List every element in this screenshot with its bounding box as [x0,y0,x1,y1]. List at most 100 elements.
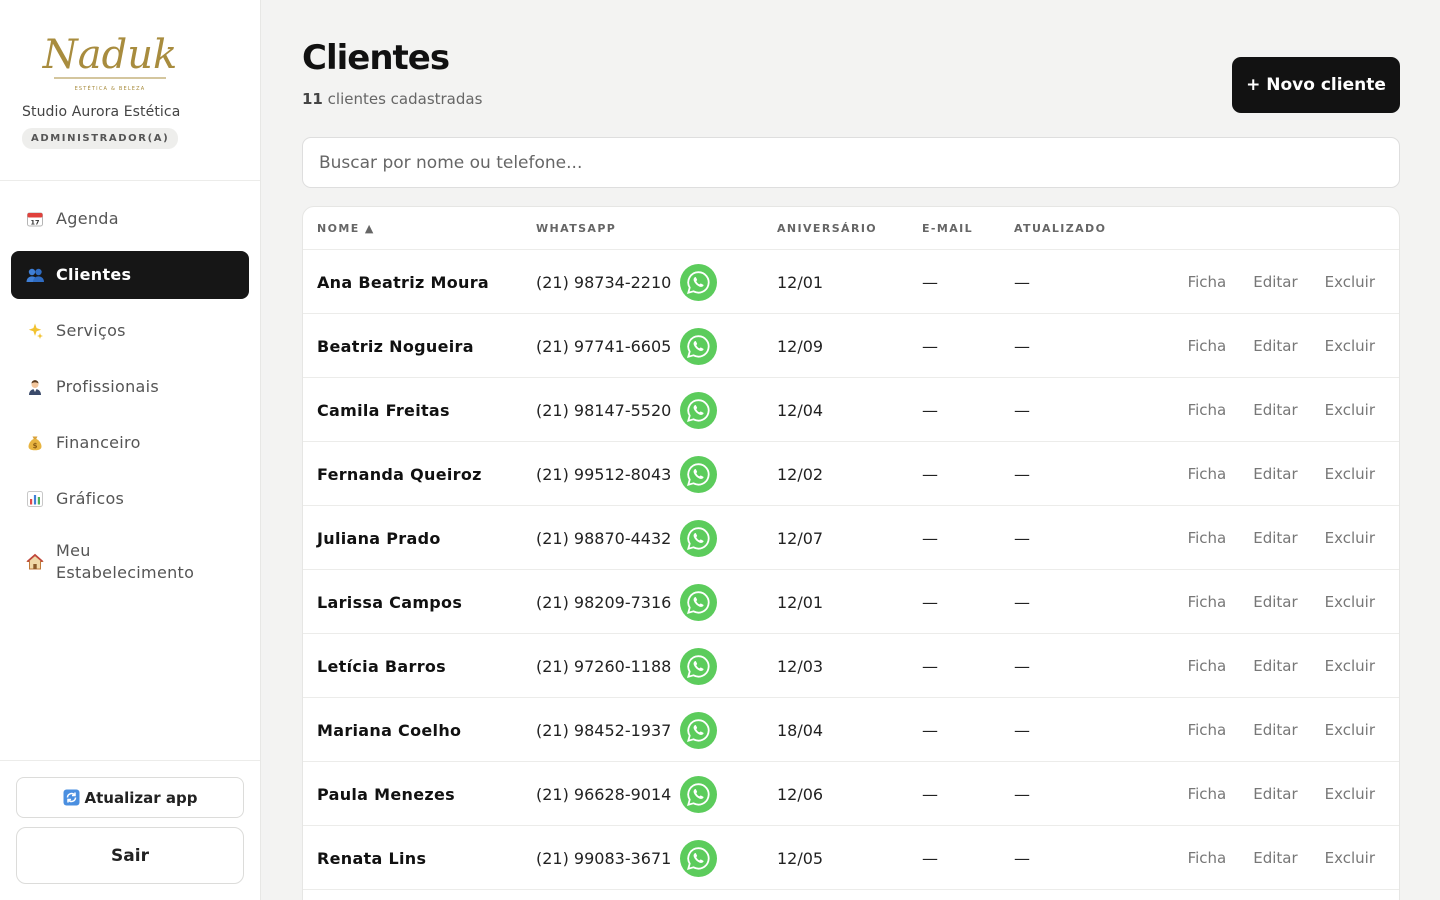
sidebar-item-meu-estabelecimento[interactable]: Meu Estabelecimento [11,531,249,593]
update-app-button[interactable]: Atualizar app [16,777,244,818]
client-whatsapp: (21) 98147-5520 [536,378,718,442]
ficha-link[interactable]: Ficha [1188,657,1227,675]
client-birthday: 12/01 [777,592,824,612]
client-name: Renata Lins [317,848,427,868]
sidebar-item-label: Meu Estabelecimento [56,541,195,582]
client-updated: — [1014,720,1030,740]
row-actions: Ficha Editar Excluir [1161,250,1375,314]
client-count-text: 11 clientes cadastradas [302,90,482,108]
client-birthday: 12/07 [777,528,824,548]
delete-link[interactable]: Excluir [1325,721,1375,739]
edit-link[interactable]: Editar [1253,593,1297,611]
client-updated: — [1014,336,1030,356]
sidebar-item-financeiro[interactable]: $ Financeiro [11,419,249,467]
sidebar-item-label: Financeiro [56,433,141,452]
whatsapp-icon[interactable] [680,583,718,621]
table-row: Ana Beatriz Moura (21) 98734-2210 12/01 … [303,250,1399,314]
whatsapp-icon[interactable] [680,519,718,557]
ficha-link[interactable]: Ficha [1188,273,1227,291]
whatsapp-icon[interactable] [680,839,718,877]
client-updated: — [1014,656,1030,676]
search-input[interactable] [302,137,1400,188]
client-phone: (21) 98734-2210 [536,272,672,292]
svg-text:$: $ [33,442,38,450]
column-header-email: E-MAIL [922,222,974,235]
client-updated: — [1014,464,1030,484]
ficha-link[interactable]: Ficha [1188,849,1227,867]
page-title: Clientes [302,38,450,78]
client-whatsapp: (21) 96628-9014 [536,762,718,826]
logout-button[interactable]: Sair [16,827,244,884]
edit-link[interactable]: Editar [1253,849,1297,867]
ficha-link[interactable]: Ficha [1188,465,1227,483]
new-client-button[interactable]: + Novo cliente [1232,57,1400,113]
sparkles-icon [25,321,45,341]
whatsapp-icon[interactable] [680,327,718,365]
edit-link[interactable]: Editar [1253,273,1297,291]
whatsapp-icon[interactable] [680,391,718,429]
table-row: Letícia Barros (21) 97260-1188 12/03 — —… [303,634,1399,698]
ficha-link[interactable]: Ficha [1188,401,1227,419]
sidebar-item-graficos[interactable]: Gráficos [11,475,249,523]
users-icon [25,265,45,285]
ficha-link[interactable]: Ficha [1188,529,1227,547]
sidebar-footer: Atualizar app Sair [0,760,260,900]
edit-link[interactable]: Editar [1253,337,1297,355]
whatsapp-icon[interactable] [680,775,718,813]
role-badge: ADMINISTRADOR(A) [22,128,179,149]
column-header-name[interactable]: NOME ▲ [317,222,375,235]
client-whatsapp: (21) 97260-1188 [536,634,718,698]
professional-icon [25,377,45,397]
whatsapp-icon[interactable] [680,263,718,301]
ficha-link[interactable]: Ficha [1188,337,1227,355]
sidebar-item-agenda[interactable]: 17 Agenda [11,195,249,243]
client-whatsapp: (21) 98209-7316 [536,570,718,634]
client-email: — [922,400,938,420]
sidebar-item-label: Agenda [56,209,119,228]
client-name: Letícia Barros [317,656,447,676]
whatsapp-icon[interactable] [680,711,718,749]
delete-link[interactable]: Excluir [1325,657,1375,675]
delete-link[interactable]: Excluir [1325,529,1375,547]
main-content: Clientes 11 clientes cadastradas + Novo … [302,0,1400,900]
update-app-label: Atualizar app [84,788,198,807]
client-phone: (21) 98870-4432 [536,528,672,548]
edit-link[interactable]: Editar [1253,657,1297,675]
whatsapp-icon[interactable] [680,455,718,493]
sidebar-item-servicos[interactable]: Serviços [11,307,249,355]
row-actions: Ficha Editar Excluir [1161,570,1375,634]
edit-link[interactable]: Editar [1253,529,1297,547]
delete-link[interactable]: Excluir [1325,849,1375,867]
client-email: — [922,464,938,484]
sidebar-item-label: Gráficos [56,489,125,508]
client-name: Camila Freitas [317,400,450,420]
delete-link[interactable]: Excluir [1325,465,1375,483]
sidebar: Naduk ESTÉTICA & BELEZA Studio Aurora Es… [0,0,261,900]
ficha-link[interactable]: Ficha [1188,785,1227,803]
sidebar-item-profissionais[interactable]: Profissionais [11,363,249,411]
delete-link[interactable]: Excluir [1325,337,1375,355]
edit-link[interactable]: Editar [1253,721,1297,739]
ficha-link[interactable]: Ficha [1188,593,1227,611]
client-name: Beatriz Nogueira [317,336,474,356]
client-email: — [922,656,938,676]
client-whatsapp: (21) 99512-8043 [536,442,718,506]
delete-link[interactable]: Excluir [1325,273,1375,291]
sidebar-item-clientes[interactable]: Clientes [11,251,249,299]
client-name: Ana Beatriz Moura [317,272,489,292]
client-email: — [922,336,938,356]
client-updated: — [1014,272,1030,292]
edit-link[interactable]: Editar [1253,785,1297,803]
sidebar-item-label: Profissionais [56,377,159,396]
edit-link[interactable]: Editar [1253,401,1297,419]
naduk-logo: Naduk ESTÉTICA & BELEZA [42,32,177,92]
whatsapp-icon[interactable] [680,647,718,685]
delete-link[interactable]: Excluir [1325,593,1375,611]
svg-text:17: 17 [30,219,39,227]
client-name: Mariana Coelho [317,720,462,740]
edit-link[interactable]: Editar [1253,465,1297,483]
sidebar-item-label: Serviços [56,321,126,340]
delete-link[interactable]: Excluir [1325,785,1375,803]
delete-link[interactable]: Excluir [1325,401,1375,419]
ficha-link[interactable]: Ficha [1188,721,1227,739]
